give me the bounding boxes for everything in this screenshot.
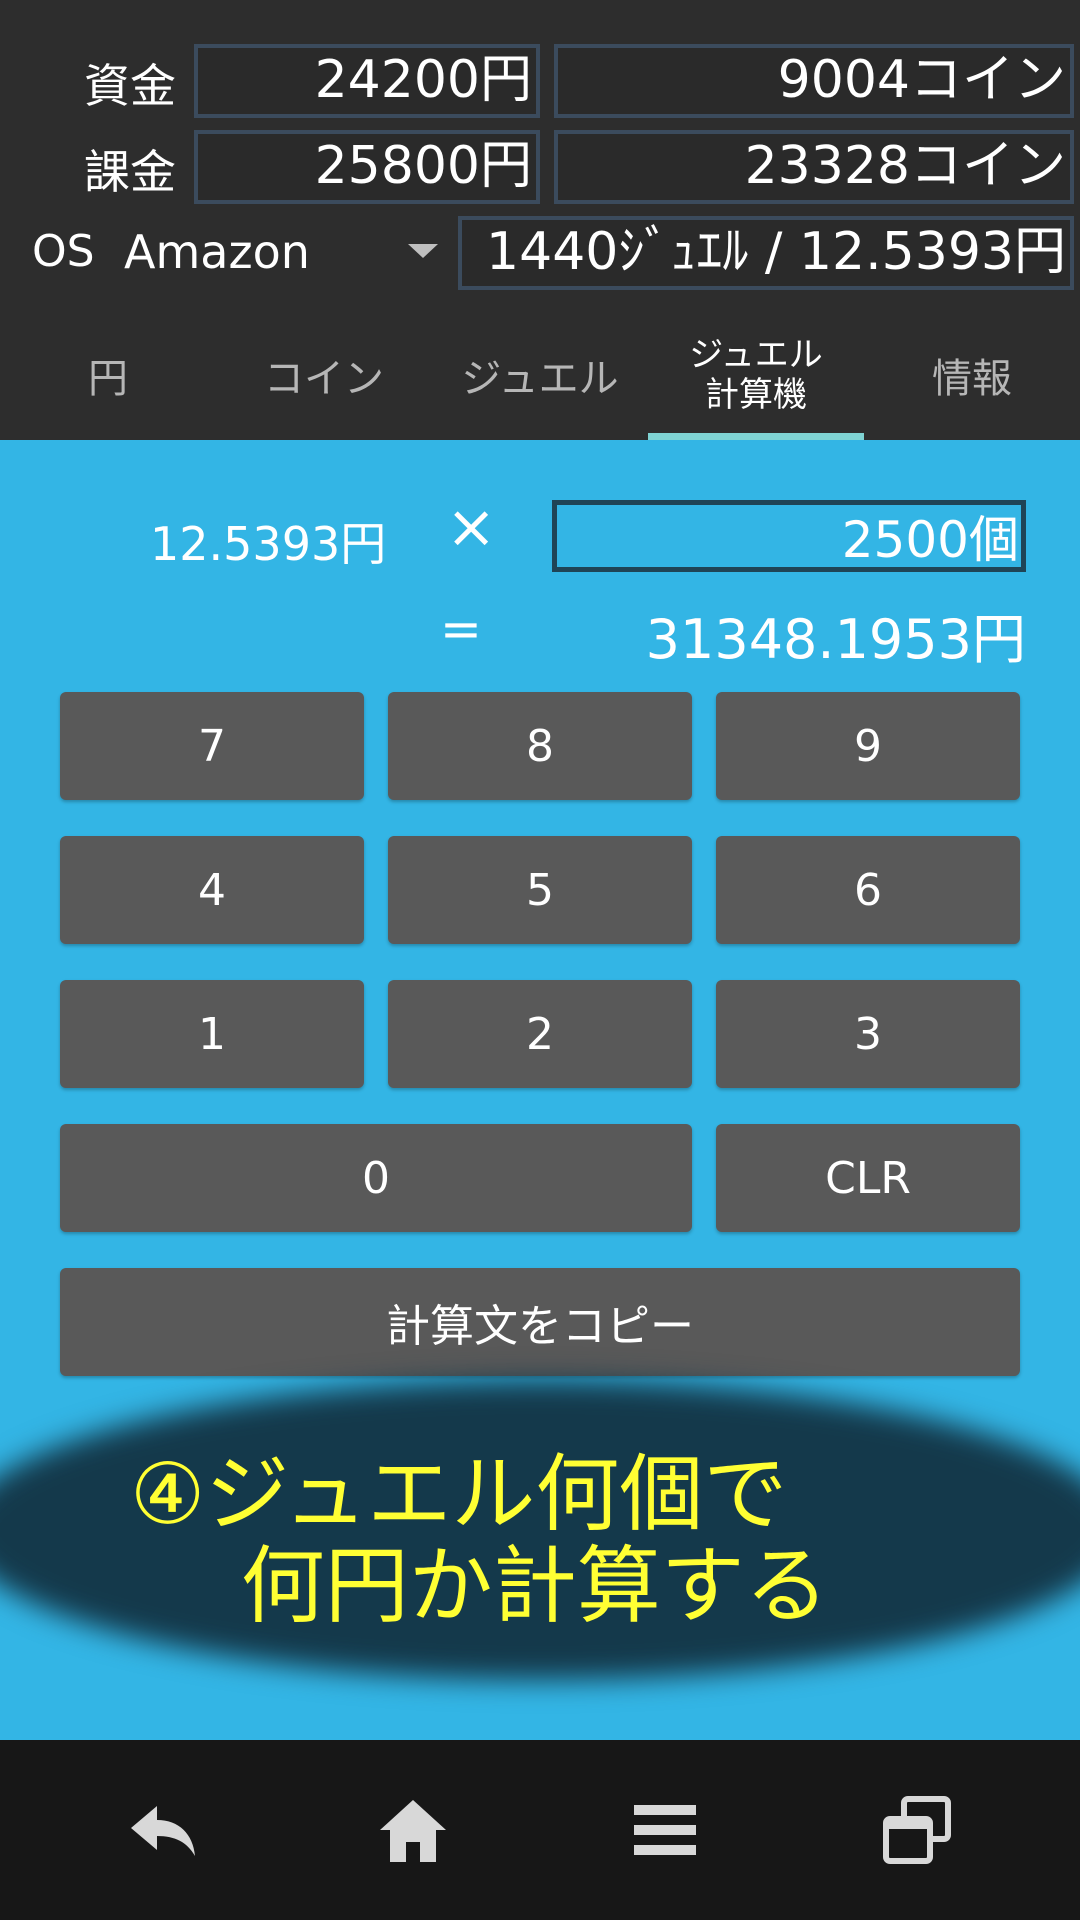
- funds-label: 資金: [84, 59, 176, 113]
- back-icon: [131, 1806, 195, 1856]
- copy-expression-button[interactable]: 計算文をコピー: [60, 1268, 1020, 1376]
- quantity-input[interactable]: [552, 500, 1026, 572]
- annotation-text: ④ジュエル何個で 何円か計算する: [130, 1445, 829, 1635]
- funds-coin-field: 9004コイン: [554, 44, 1074, 118]
- charge-yen-field: 25800円: [194, 130, 540, 204]
- jewel-rate-field: 1440ｼﾞｭｴﾙ / 12.5393円: [458, 216, 1074, 290]
- tab-bar: 円 コイン ジュエル ジュエル 計算機 情報: [0, 310, 1080, 440]
- dropdown-arrow-icon: [408, 244, 438, 258]
- key-0[interactable]: 0: [60, 1124, 692, 1232]
- result-value: 31348.1953円: [645, 608, 1026, 671]
- key-2[interactable]: 2: [388, 980, 692, 1088]
- clear-button[interactable]: CLR: [716, 1124, 1020, 1232]
- summary-header: 資金 24200円 9004コイン 課金 25800円 23328コイン OS …: [0, 0, 1080, 310]
- key-8[interactable]: 8: [388, 692, 692, 800]
- navigation-bar: [0, 1740, 1080, 1920]
- key-4[interactable]: 4: [60, 836, 364, 944]
- calculator-panel: 12.5393円 × = 31348.1953円 7 8 9 4 5 6 1 2…: [0, 440, 1080, 1740]
- home-button[interactable]: [358, 1780, 468, 1880]
- recent-apps-button[interactable]: [862, 1780, 972, 1880]
- funds-yen-field: 24200円: [194, 44, 540, 118]
- back-button[interactable]: [108, 1780, 218, 1880]
- equals-sign: =: [440, 600, 482, 658]
- active-tab-indicator: [648, 433, 864, 440]
- os-dropdown-value: Amazon: [124, 225, 310, 279]
- key-1[interactable]: 1: [60, 980, 364, 1088]
- charge-label: 課金: [84, 145, 176, 199]
- charge-coin-field: 23328コイン: [554, 130, 1074, 204]
- tab-jewel-calculator[interactable]: ジュエル 計算機: [648, 310, 864, 440]
- tab-yen[interactable]: 円: [0, 310, 216, 440]
- key-6[interactable]: 6: [716, 836, 1020, 944]
- os-dropdown[interactable]: Amazon: [118, 222, 438, 282]
- os-label: OS: [32, 226, 95, 277]
- tab-coin[interactable]: コイン: [216, 310, 432, 440]
- key-3[interactable]: 3: [716, 980, 1020, 1088]
- recent-apps-icon: [883, 1796, 951, 1864]
- tab-info[interactable]: 情報: [864, 310, 1080, 440]
- home-icon: [380, 1800, 446, 1862]
- key-5[interactable]: 5: [388, 836, 692, 944]
- key-9[interactable]: 9: [716, 692, 1020, 800]
- menu-icon: [634, 1805, 696, 1855]
- multiply-sign: ×: [446, 492, 497, 562]
- unit-price: 12.5393円: [150, 517, 387, 571]
- key-7[interactable]: 7: [60, 692, 364, 800]
- menu-button[interactable]: [610, 1780, 720, 1880]
- tab-jewel[interactable]: ジュエル: [432, 310, 648, 440]
